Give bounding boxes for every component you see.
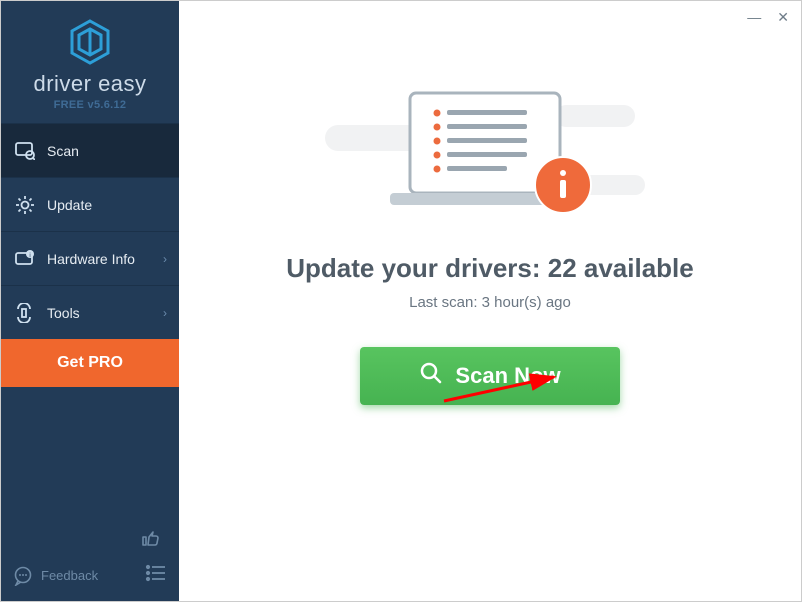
minimize-button[interactable]: —	[747, 9, 761, 26]
get-pro-label: Get PRO	[57, 354, 123, 372]
hardware-icon: i	[15, 249, 35, 269]
gear-icon	[15, 195, 35, 215]
laptop-illustration	[365, 85, 615, 225]
magnifier-icon	[419, 361, 443, 391]
chevron-right-icon: ›	[163, 306, 167, 320]
app-version: FREE v5.6.12	[1, 99, 179, 111]
sidebar-item-scan[interactable]: Scan	[1, 123, 179, 177]
sidebar-footer: Feedback	[1, 517, 179, 601]
last-scan-text: Last scan: 3 hour(s) ago	[409, 294, 571, 311]
sidebar-item-hardware[interactable]: i Hardware Info ›	[1, 231, 179, 285]
svg-text:i: i	[29, 253, 30, 259]
main-panel: — ✕	[179, 1, 801, 601]
scan-icon	[15, 141, 35, 161]
get-pro-button[interactable]: Get PRO	[1, 339, 179, 387]
nav: Scan Update i Hardware Info › Tools	[1, 123, 179, 387]
chat-icon	[13, 566, 33, 586]
close-button[interactable]: ✕	[777, 9, 789, 26]
logo-block: driver easy FREE v5.6.12	[1, 1, 179, 123]
scan-now-label: Scan Now	[455, 363, 560, 389]
app-name: driver easy	[1, 71, 179, 97]
scan-now-button[interactable]: Scan Now	[360, 347, 620, 405]
sidebar-item-label: Tools	[47, 305, 80, 321]
list-icon[interactable]	[145, 564, 167, 587]
chevron-right-icon: ›	[163, 252, 167, 266]
window-controls: — ✕	[747, 9, 789, 26]
sidebar-item-label: Hardware Info	[47, 251, 135, 267]
headline: Update your drivers: 22 available	[286, 253, 694, 284]
feedback-label: Feedback	[41, 568, 98, 583]
sidebar-item-update[interactable]: Update	[1, 177, 179, 231]
tools-icon	[15, 303, 35, 323]
sidebar-item-tools[interactable]: Tools ›	[1, 285, 179, 339]
logo-icon	[67, 19, 113, 65]
sidebar: driver easy FREE v5.6.12 Scan Update i	[1, 1, 179, 601]
feedback-button[interactable]: Feedback	[13, 566, 98, 586]
content: Update your drivers: 22 available Last s…	[179, 1, 801, 405]
sidebar-item-label: Update	[47, 197, 92, 213]
thumbs-up-icon[interactable]	[139, 536, 161, 553]
app-window: driver easy FREE v5.6.12 Scan Update i	[1, 1, 801, 601]
sidebar-item-label: Scan	[47, 143, 79, 159]
